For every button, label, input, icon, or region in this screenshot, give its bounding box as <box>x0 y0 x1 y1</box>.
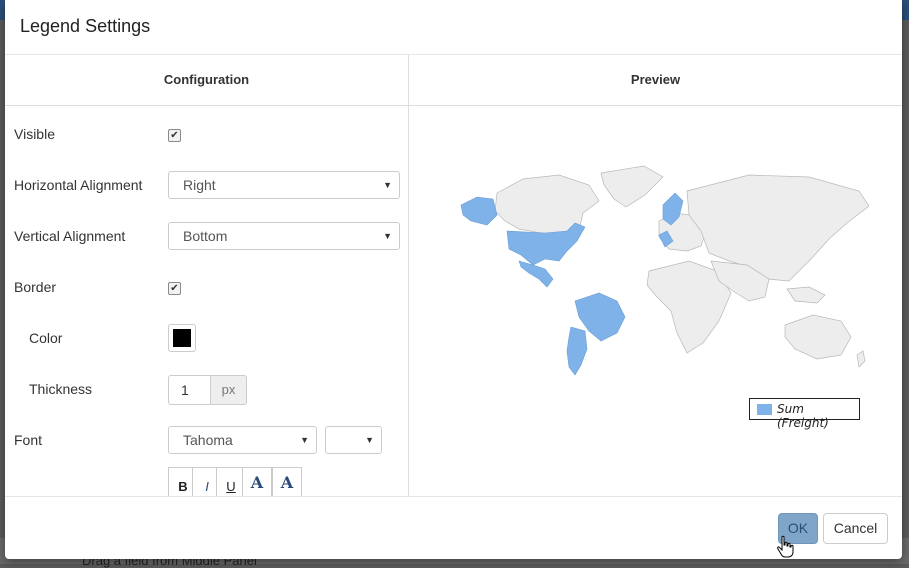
font-family-value: Tahoma <box>183 432 233 448</box>
vertical-alignment-value: Bottom <box>183 228 228 244</box>
font-family-select[interactable]: Tahoma ▼ <box>168 426 317 454</box>
alaska-highlight <box>460 196 498 226</box>
dialog-title: Legend Settings <box>20 16 151 36</box>
vertical-alignment-select[interactable]: Bottom ▼ <box>168 222 400 250</box>
new-zealand-shape <box>856 350 866 368</box>
border-label: Border <box>14 279 57 295</box>
map-legend: Sum (Freight) <box>749 398 860 430</box>
se-asia-shape <box>786 286 826 304</box>
color-label: Color <box>29 330 63 346</box>
dialog-header: Legend Settings <box>5 0 902 55</box>
preview-header: Preview <box>409 55 902 106</box>
border-color-picker[interactable] <box>168 324 196 352</box>
dialog-body: Configuration Preview Visible ✔ Horizont… <box>5 55 902 496</box>
australia-shape <box>784 314 852 360</box>
argentina-highlight <box>566 326 588 376</box>
configuration-panel: Visible ✔ Horizontal Alignment Right ▼ V… <box>5 106 408 496</box>
thickness-input[interactable]: 1 <box>168 375 211 405</box>
chevron-down-icon: ▼ <box>365 435 374 445</box>
horizontal-alignment-select[interactable]: Right ▼ <box>168 171 400 199</box>
greenland-shape <box>600 165 664 208</box>
font-label: Font <box>14 432 43 448</box>
visible-checkbox[interactable]: ✔ <box>168 129 181 142</box>
chevron-down-icon: ▼ <box>383 180 392 190</box>
legend-label: Sum (Freight) <box>777 402 829 430</box>
world-map <box>460 165 869 376</box>
hand-cursor-icon <box>777 535 794 558</box>
legend-settings-dialog: Legend Settings Configuration Preview Vi… <box>5 0 902 559</box>
font-size-select[interactable]: ▼ <box>325 426 382 454</box>
horizontal-alignment-value: Right <box>183 177 216 193</box>
font-color-button[interactable]: A <box>242 467 272 496</box>
dialog-footer: OK Cancel <box>5 496 902 560</box>
horizontal-alignment-label: Horizontal Alignment <box>14 177 143 193</box>
legend-swatch <box>757 404 772 415</box>
chevron-down-icon: ▼ <box>383 231 392 241</box>
mexico-highlight <box>518 260 554 288</box>
font-size-increase-button[interactable]: A <box>272 467 302 496</box>
preview-panel: Sum (Freight) <box>409 106 902 496</box>
vertical-alignment-label: Vertical Alignment <box>14 228 126 244</box>
color-swatch <box>173 329 191 347</box>
visible-label: Visible <box>14 126 55 142</box>
border-checkbox[interactable]: ✔ <box>168 282 181 295</box>
thickness-label: Thickness <box>29 381 93 397</box>
thickness-unit: px <box>211 375 247 405</box>
cancel-button[interactable]: Cancel <box>823 513 888 544</box>
configuration-header: Configuration <box>5 55 408 106</box>
chevron-down-icon: ▼ <box>300 435 309 445</box>
